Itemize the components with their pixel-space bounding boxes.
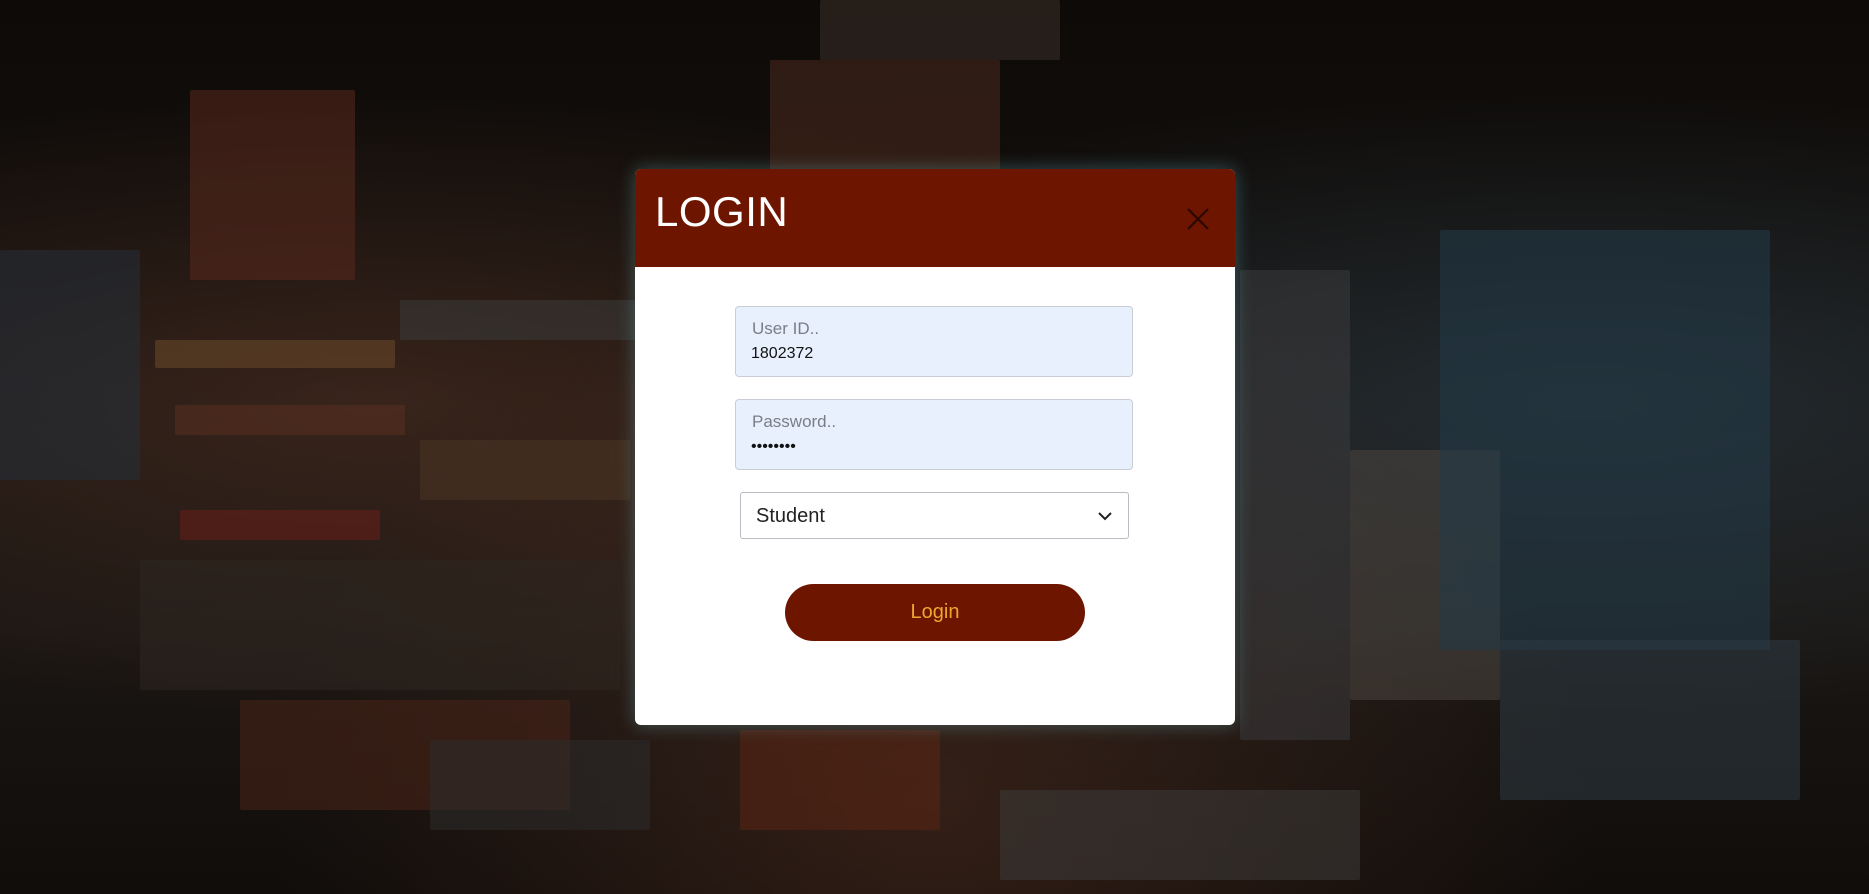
user-id-label: User ID.. [752,319,820,338]
login-modal: LOGIN User ID.. Password.. Student Login [635,169,1235,725]
login-button[interactable]: Login [785,584,1085,641]
user-id-input[interactable] [751,345,1111,363]
close-icon [1187,208,1209,230]
modal-header: LOGIN [635,169,1235,267]
close-button[interactable] [1184,205,1212,233]
chevron-down-icon [1098,512,1112,521]
password-label: Password.. [752,412,837,431]
modal-title: LOGIN [655,188,789,235]
role-select[interactable]: Student [740,492,1129,539]
login-button-label: Login [910,601,960,623]
password-input[interactable] [751,438,1111,456]
password-field[interactable]: Password.. [735,399,1133,470]
role-select-value: Student [756,505,825,527]
user-id-field[interactable]: User ID.. [735,306,1133,377]
